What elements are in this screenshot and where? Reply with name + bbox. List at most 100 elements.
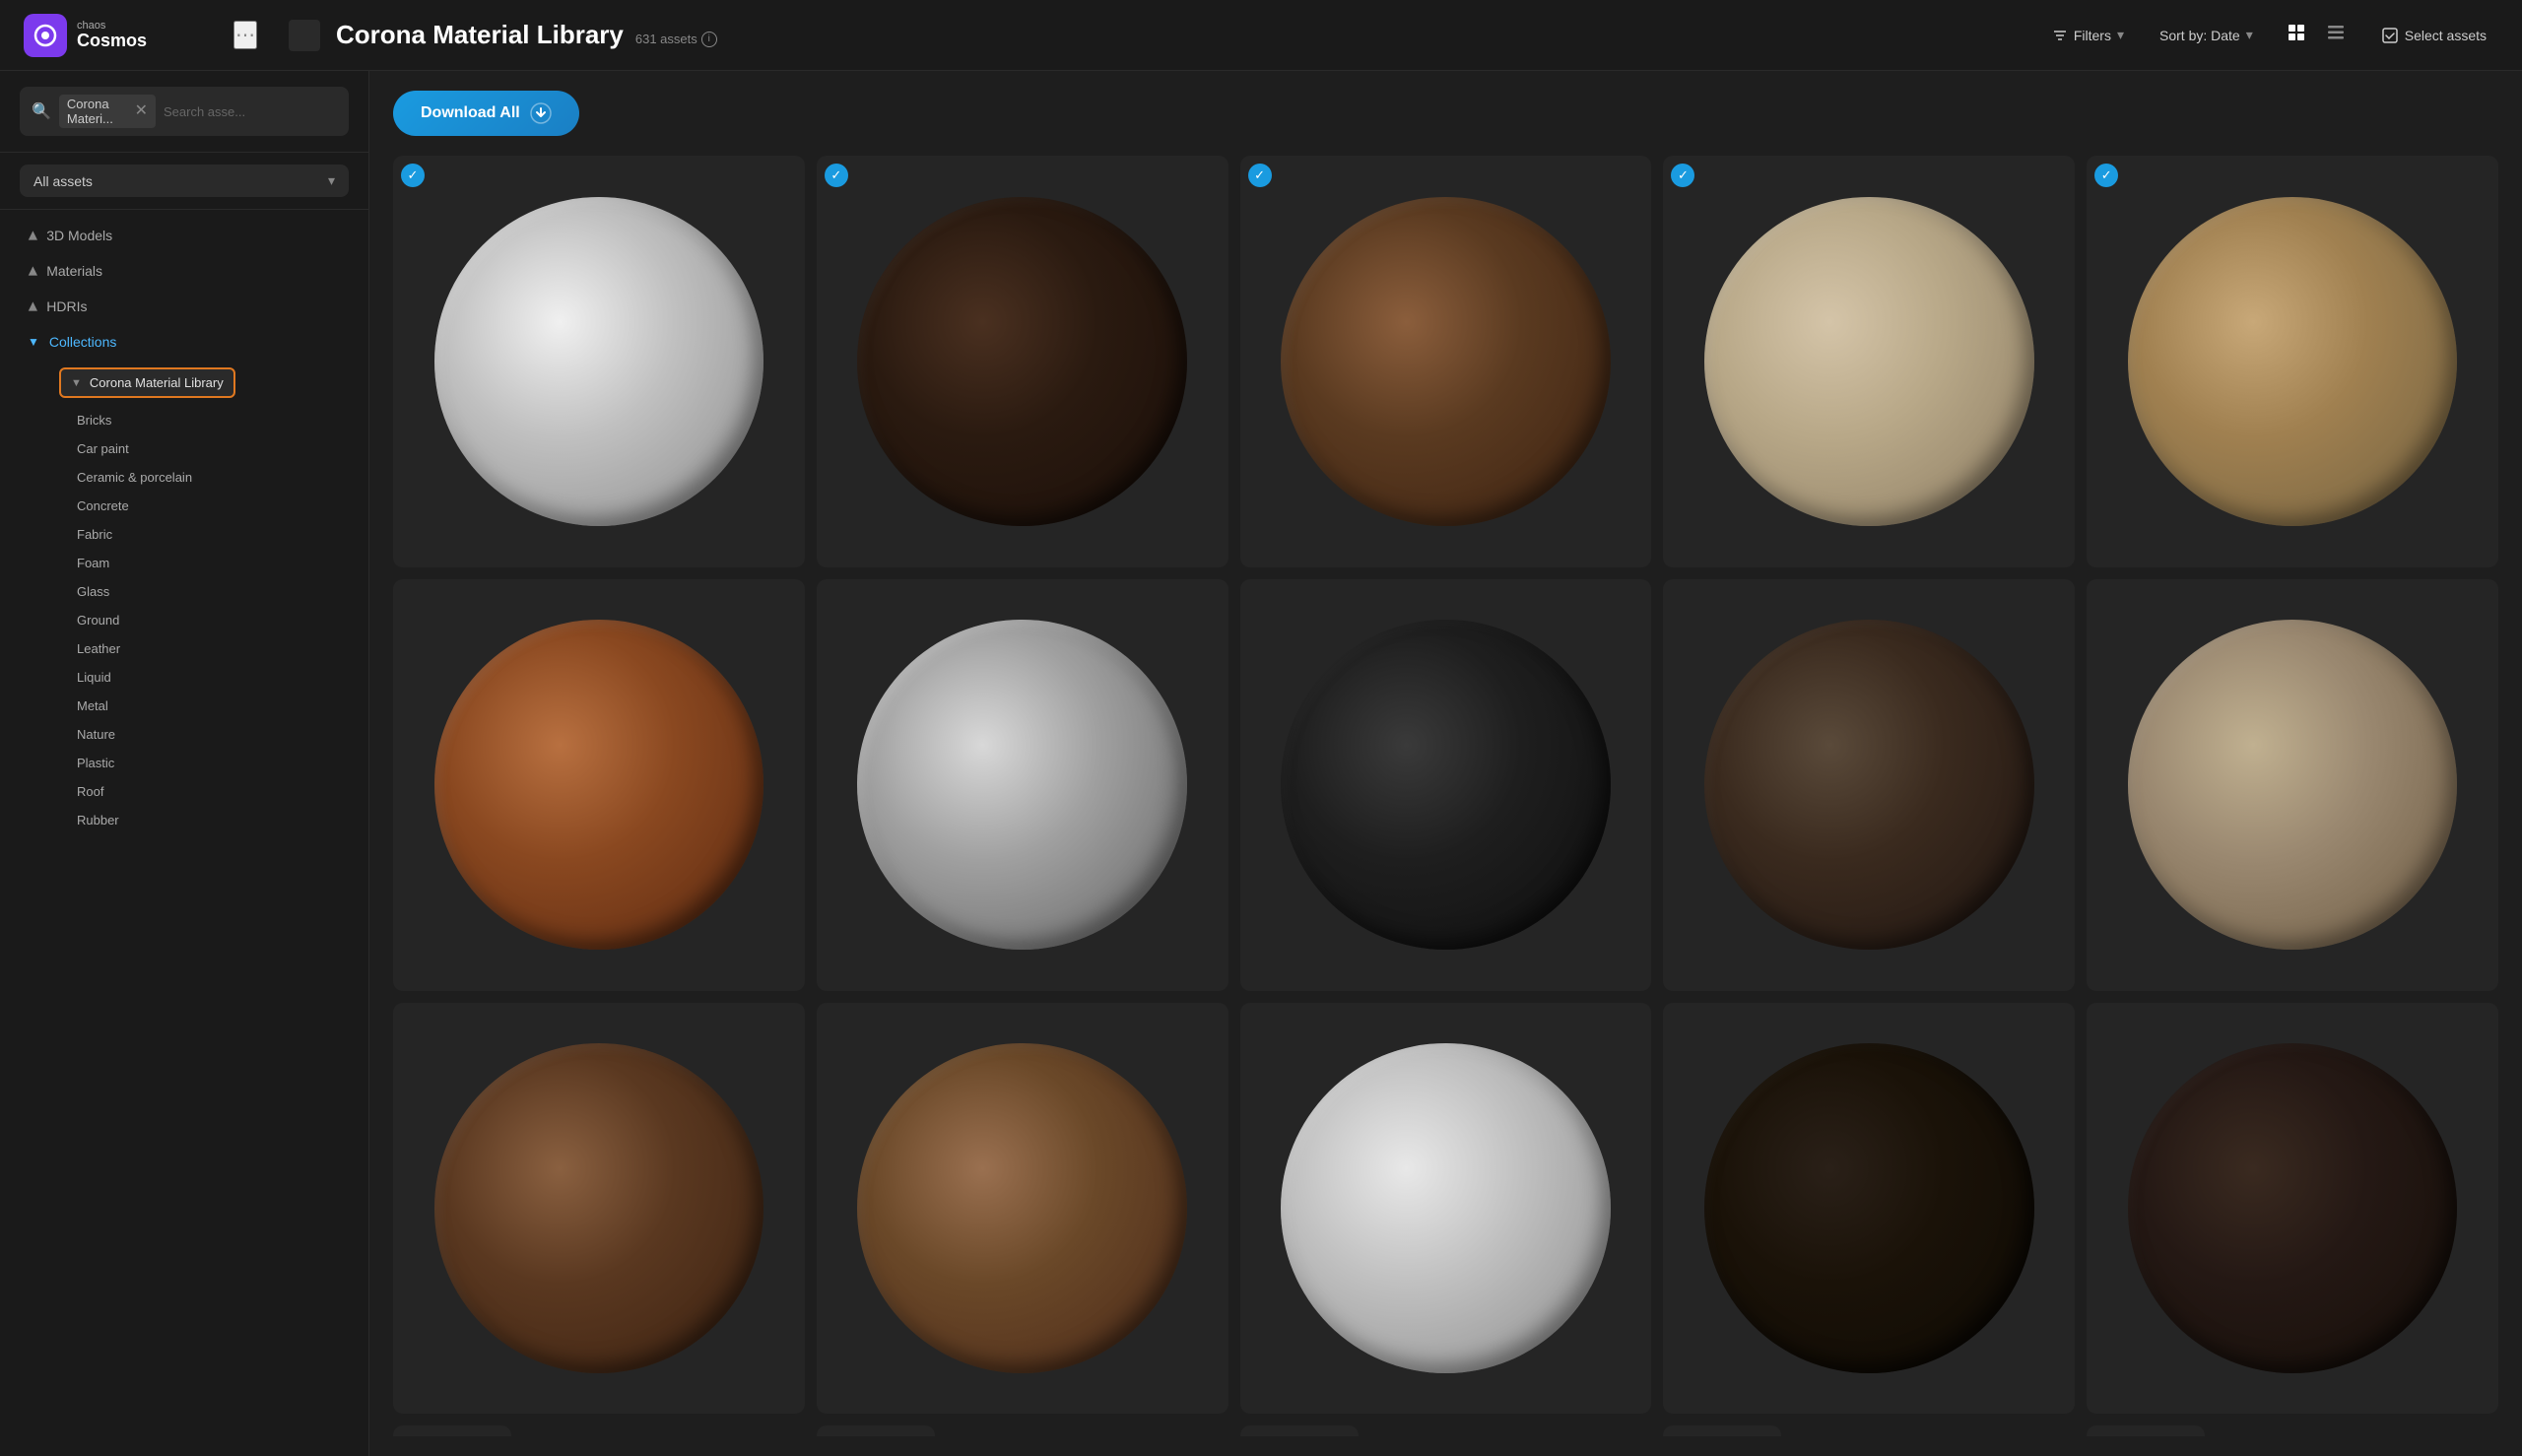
sidebar-item-glass[interactable]: Glass [8,577,361,606]
material-card-15[interactable] [2087,1003,2498,1415]
search-tag: Corona Materi... ✕ [59,95,156,128]
sphere-11 [434,1043,764,1373]
square-icon [289,20,320,51]
sidebar-item-ceramic[interactable]: Ceramic & porcelain [8,463,361,492]
main-layout: 🔍 Corona Materi... ✕ All assets ▾ ▶ 3D M… [0,71,2522,1456]
material-card-2[interactable]: ✓ [817,156,1228,567]
asset-type-filter[interactable]: All assets ▾ [20,165,349,197]
material-card-1[interactable]: ✓ [393,156,805,567]
sphere-3 [1281,197,1611,527]
page-title: Corona Material Library [336,20,624,50]
material-card-11[interactable] [393,1003,805,1415]
sidebar-item-car-paint[interactable]: Car paint [8,434,361,463]
check-badge-2: ✓ [825,164,848,187]
logo-text: chaos Cosmos [77,20,147,51]
corona-lib-chevron-icon: ▼ [71,377,82,389]
hdris-chevron-icon: ▶ [26,301,39,310]
material-card-19[interactable] [1663,1425,1781,1436]
search-bar: 🔍 Corona Materi... ✕ [20,87,349,136]
material-card-12[interactable] [817,1003,1228,1415]
topbar-actions: Filters ▾ Sort by: Date ▾ [2042,17,2498,53]
collections-chevron-icon: ▼ [28,335,39,349]
sidebar-item-hdris[interactable]: ▶ HDRIs [8,289,361,324]
material-card-18[interactable] [1240,1425,1359,1436]
sidebar-item-metal[interactable]: Metal [8,692,361,720]
list-view-button[interactable] [2318,17,2354,53]
search-input[interactable] [164,104,337,119]
logo: chaos Cosmos [24,14,147,57]
info-icon[interactable]: i [701,32,717,47]
sphere-6 [434,620,764,950]
sphere-10 [2128,620,2458,950]
material-card-3[interactable]: ✓ [1240,156,1652,567]
material-card-7[interactable] [817,579,1228,991]
sphere-1 [434,197,764,527]
sidebar-item-rubber[interactable]: Rubber [8,806,361,834]
sphere-9 [1704,620,2034,950]
sidebar-item-ground[interactable]: Ground [8,606,361,634]
filters-chevron-icon: ▾ [2117,27,2124,43]
sidebar-item-materials[interactable]: ▶ Materials [8,253,361,289]
menu-dots-button[interactable]: ⋯ [233,21,257,49]
sidebar-item-plastic[interactable]: Plastic [8,749,361,777]
check-badge-5: ✓ [2094,164,2118,187]
select-icon [2381,27,2399,44]
material-card-17[interactable] [817,1425,935,1436]
filters-button[interactable]: Filters ▾ [2042,21,2134,49]
check-badge-3: ✓ [1248,164,1272,187]
sidebar-item-leather[interactable]: Leather [8,634,361,663]
sphere-4 [1704,197,2034,527]
download-all-button[interactable]: Download All [393,91,579,136]
material-card-6[interactable] [393,579,805,991]
sphere-7 [857,620,1187,950]
check-badge-1: ✓ [401,164,425,187]
material-card-5[interactable]: ✓ [2087,156,2498,567]
sidebar-item-corona-material-library[interactable]: ▼ Corona Material Library [8,360,361,406]
grid-icon [2287,23,2306,42]
sidebar-item-collections[interactable]: ▼ Collections [8,324,361,360]
sidebar-search-area: 🔍 Corona Materi... ✕ [0,71,368,153]
sidebar-filter-area: All assets ▾ [0,153,368,210]
material-card-4[interactable]: ✓ [1663,156,2075,567]
material-card-20[interactable] [2087,1425,2205,1436]
sidebar-item-nature[interactable]: Nature [8,720,361,749]
sphere-12 [857,1043,1187,1373]
app-name: Cosmos [77,32,147,51]
grid-container: ✓ ✓ ✓ ✓ [393,156,2498,1436]
sidebar-item-concrete[interactable]: Concrete [8,492,361,520]
material-grid: ✓ ✓ ✓ ✓ [393,156,2498,1436]
sphere-5 [2128,197,2458,527]
download-icon [530,102,552,124]
sidebar-item-bricks[interactable]: Bricks [8,406,361,434]
logo-icon [24,14,67,57]
filter-icon [2052,28,2068,43]
sidebar-item-liquid[interactable]: Liquid [8,663,361,692]
filter-chevron-icon: ▾ [328,172,335,189]
asset-count: 631 assets i [635,32,717,47]
topbar: chaos Cosmos ⋯ Corona Material Library 6… [0,0,2522,71]
sidebar-nav: ▶ 3D Models ▶ Materials ▶ HDRIs ▼ Collec… [0,210,368,1456]
grid-view-button[interactable] [2279,17,2314,53]
sphere-2 [857,197,1187,527]
sidebar: 🔍 Corona Materi... ✕ All assets ▾ ▶ 3D M… [0,71,369,1456]
sphere-13 [1281,1043,1611,1373]
download-bar: Download All [393,91,2498,136]
content-area: Download All ✓ ✓ [369,71,2522,1456]
sphere-15 [2128,1043,2458,1373]
material-card-13[interactable] [1240,1003,1652,1415]
brand-name: chaos [77,20,147,32]
sort-button[interactable]: Sort by: Date ▾ [2150,21,2263,49]
sidebar-item-roof[interactable]: Roof [8,777,361,806]
sidebar-item-3d-models[interactable]: ▶ 3D Models [8,218,361,253]
material-card-14[interactable] [1663,1003,2075,1415]
select-assets-button[interactable]: Select assets [2369,21,2498,50]
material-card-10[interactable] [2087,579,2498,991]
search-icon: 🔍 [32,101,51,121]
material-card-9[interactable] [1663,579,2075,991]
search-tag-close-button[interactable]: ✕ [135,103,148,119]
material-card-8[interactable] [1240,579,1652,991]
sidebar-item-foam[interactable]: Foam [8,549,361,577]
sidebar-item-fabric[interactable]: Fabric [8,520,361,549]
materials-chevron-icon: ▶ [26,266,39,275]
material-card-16[interactable] [393,1425,511,1436]
